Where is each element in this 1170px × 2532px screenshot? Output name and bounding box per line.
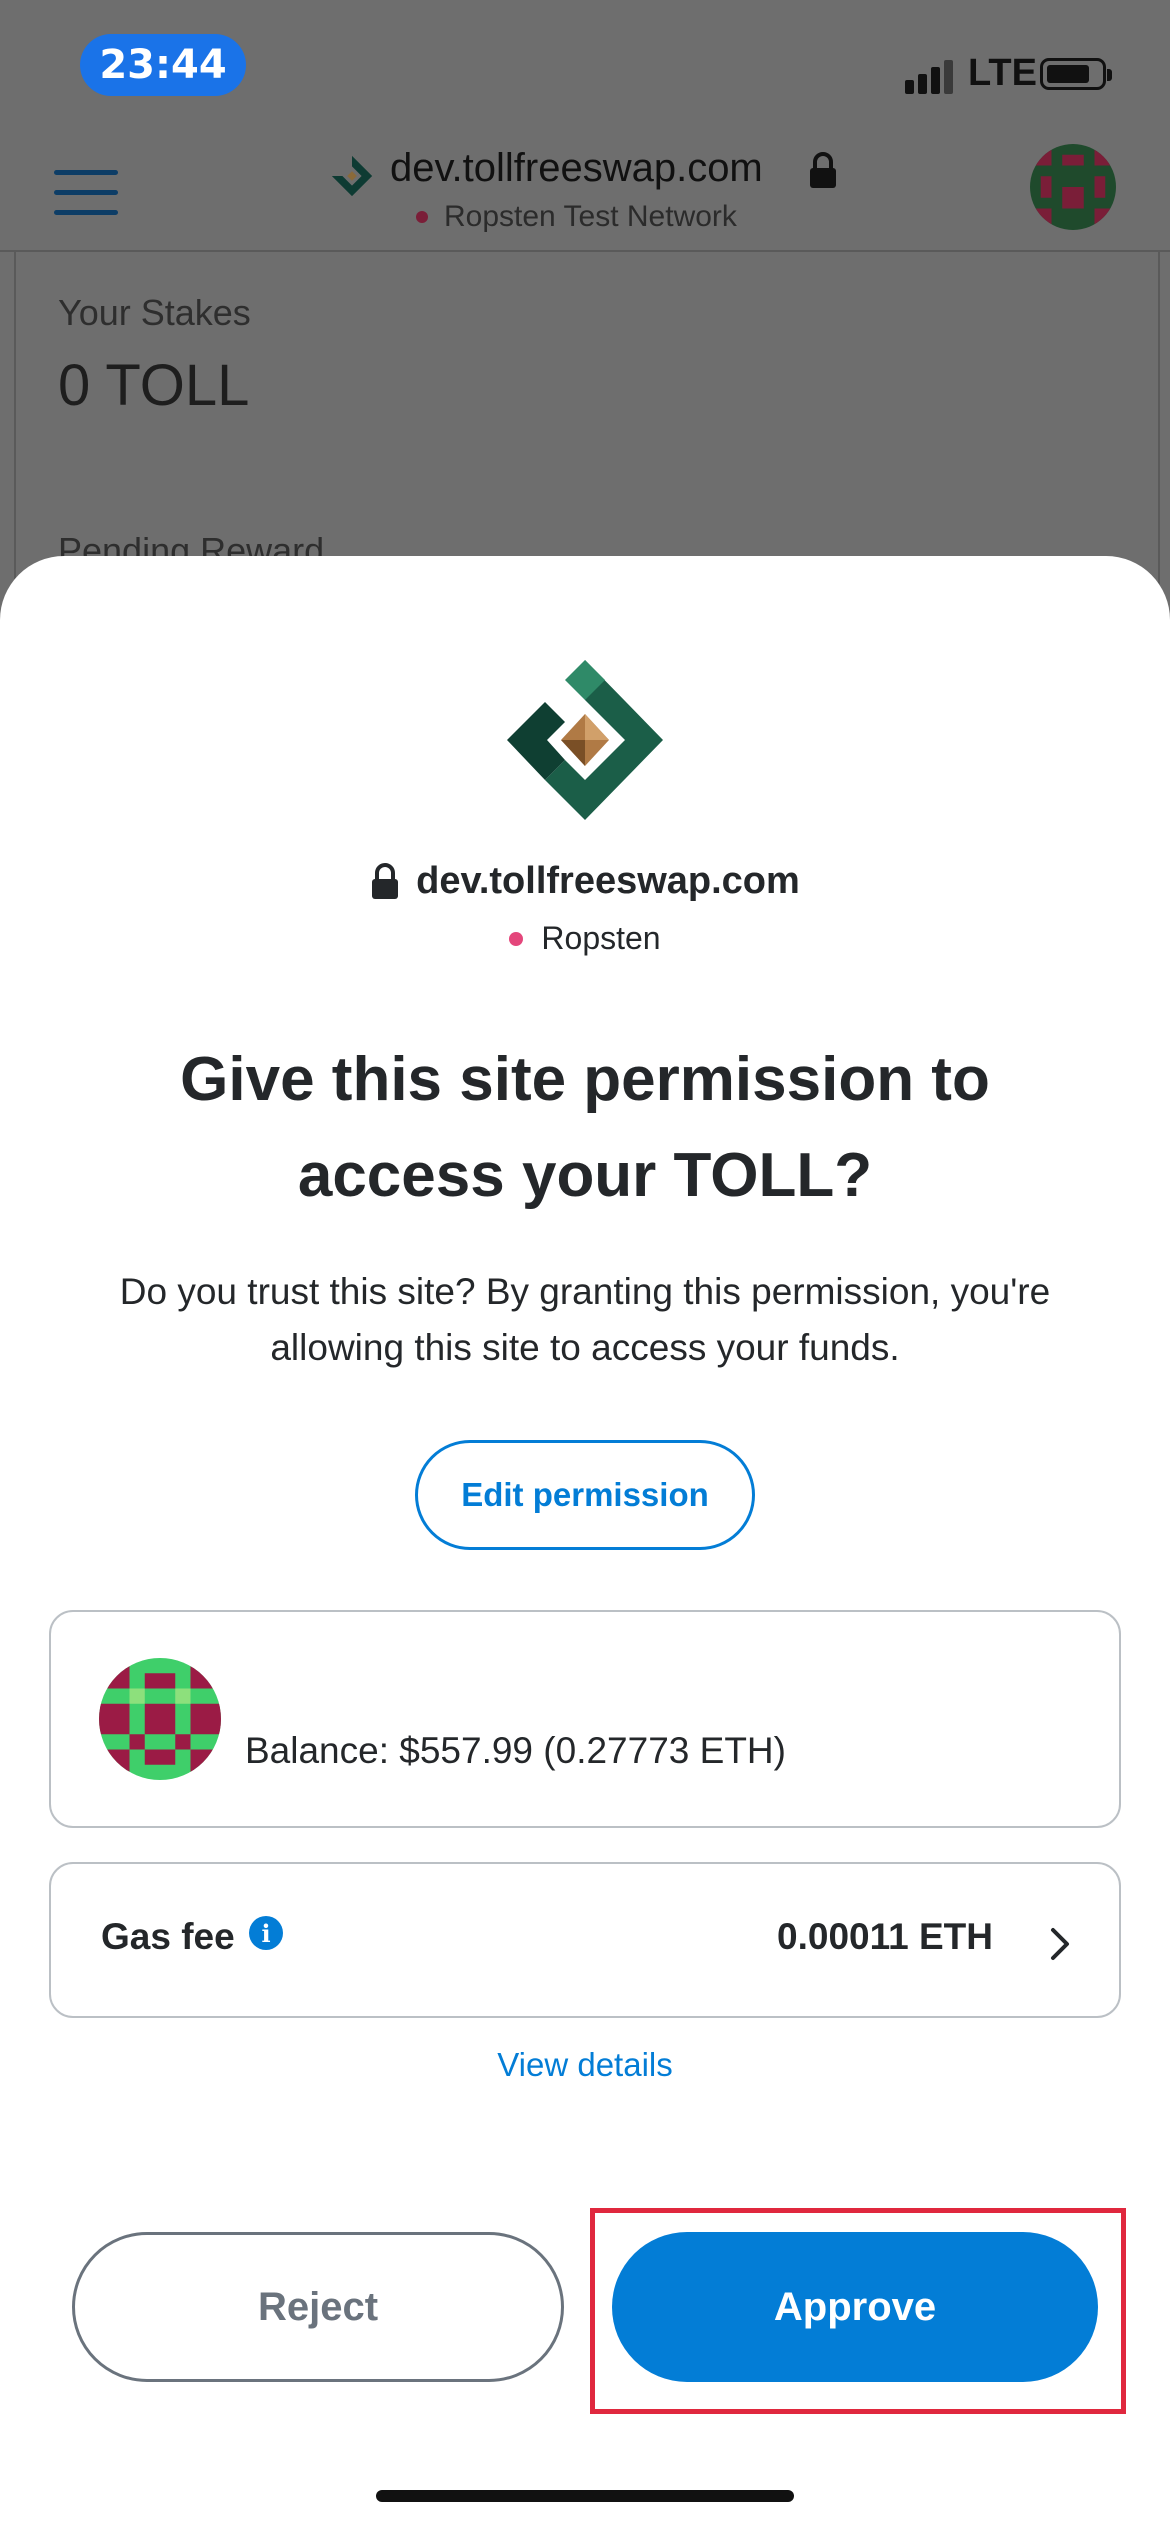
- home-indicator[interactable]: [376, 2490, 794, 2502]
- browser-network-label: Ropsten Test Network: [444, 200, 737, 233]
- account-balance: Balance: $557.99 (0.27773 ETH): [245, 1730, 786, 1771]
- gas-fee-label: Gas fee: [101, 1916, 235, 1957]
- approval-sheet: dev.tollfreeswap.com Ropsten Give this s…: [0, 556, 1170, 2532]
- network-type: LTE: [968, 52, 1037, 94]
- site-logo-icon: [507, 660, 663, 820]
- browser-network: Ropsten Test Network: [416, 200, 737, 234]
- account-avatar-icon[interactable]: [1030, 144, 1116, 230]
- account-avatar-icon: [99, 1658, 221, 1780]
- chevron-right-icon[interactable]: [1045, 1924, 1075, 1964]
- dialog-network: Ropsten: [0, 920, 1170, 957]
- dialog-description: Do you trust this site? By granting this…: [119, 1271, 1051, 1368]
- signal-icon: [905, 58, 955, 94]
- browser-url[interactable]: dev.tollfreeswap.com: [390, 146, 763, 191]
- approve-highlight-box: [590, 2208, 1126, 2414]
- status-bar: 23:44 LTE: [0, 0, 1170, 140]
- site-url-text: dev.tollfreeswap.com: [416, 860, 800, 902]
- view-details-link[interactable]: View details: [0, 2046, 1170, 2084]
- menu-icon[interactable]: [54, 170, 118, 216]
- account-card: Balance: $557.99 (0.27773 ETH): [49, 1610, 1121, 1828]
- stakes-label: Your Stakes: [58, 292, 251, 333]
- reject-button[interactable]: Reject: [72, 2232, 564, 2382]
- network-dot-icon: [416, 211, 428, 223]
- browser-header: dev.tollfreeswap.com Ropsten Test Networ…: [0, 140, 1170, 252]
- status-time: 23:44: [80, 34, 246, 96]
- battery-icon: [1040, 58, 1112, 90]
- info-icon[interactable]: i: [249, 1916, 283, 1950]
- gas-fee-row[interactable]: Gas fee i 0.00011 ETH: [49, 1862, 1121, 2018]
- lock-icon: [810, 152, 836, 188]
- lock-icon: [372, 862, 399, 899]
- dialog-site-url: dev.tollfreeswap.com: [0, 860, 1170, 903]
- edit-permission-button[interactable]: Edit permission: [415, 1440, 755, 1550]
- network-dot-icon: [509, 931, 524, 946]
- dialog-network-label: Ropsten: [541, 920, 661, 956]
- gas-fee-value: 0.00011 ETH: [777, 1916, 993, 1957]
- stakes-value: 0 TOLL: [58, 353, 250, 418]
- site-favicon-icon: [331, 155, 373, 197]
- dialog-title: Give this site permission to access your…: [180, 1045, 990, 1210]
